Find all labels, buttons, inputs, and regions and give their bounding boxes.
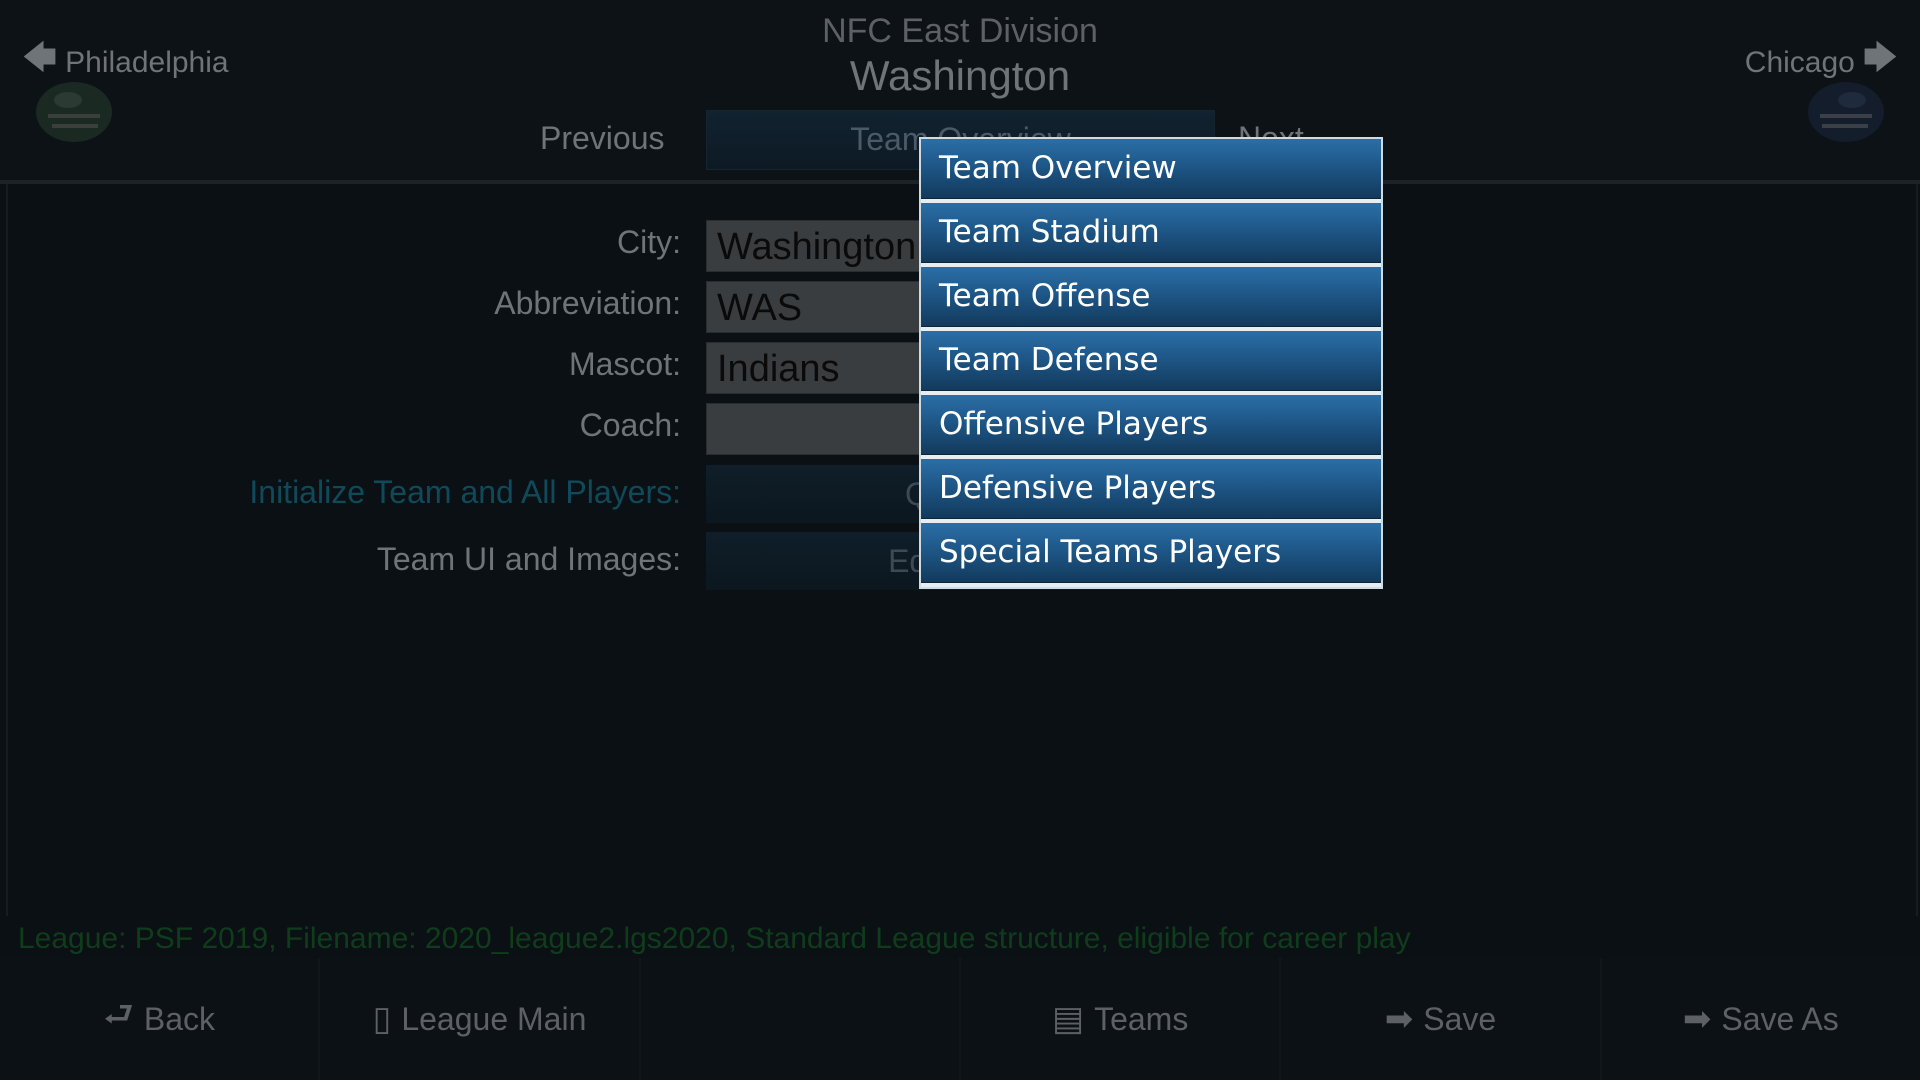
- coach-label: Coach:: [579, 407, 681, 443]
- menu-item-offensive-players[interactable]: Offensive Players: [921, 395, 1381, 455]
- teams-label: Teams: [1094, 1000, 1189, 1037]
- return-arrow-icon: ⮐: [103, 995, 134, 1034]
- back-label: Back: [143, 1000, 216, 1037]
- mascot-label: Mascot:: [568, 346, 681, 382]
- save-as-button[interactable]: ➡ Save As: [1602, 958, 1920, 1080]
- empty-footer-slot: [641, 958, 961, 1080]
- arrow-right-icon: ➡: [1682, 1000, 1712, 1038]
- team-title: Washington: [849, 52, 1071, 99]
- previous-view-button[interactable]: Previous: [540, 120, 665, 157]
- save-label: Save: [1423, 1000, 1497, 1037]
- league-main-button[interactable]: ▯ League Main: [320, 958, 641, 1080]
- teams-button[interactable]: ▤ Teams: [961, 958, 1282, 1080]
- team-ui-label: Team UI and Images:: [376, 541, 681, 577]
- menu-item-team-offense[interactable]: Team Offense: [921, 267, 1381, 327]
- save-as-label: Save As: [1721, 1000, 1839, 1037]
- division-title: NFC East Division: [822, 12, 1098, 50]
- menu-item-team-stadium[interactable]: Team Stadium: [921, 203, 1381, 263]
- roster-icon: ▤: [1051, 1000, 1085, 1038]
- menu-item-team-defense[interactable]: Team Defense: [921, 331, 1381, 391]
- abbreviation-label: Abbreviation:: [494, 285, 681, 321]
- footer-bar: ⮐ Back ▯ League Main ▤ Teams ➡ Save ➡ Sa…: [0, 958, 1920, 1080]
- arrow-right-icon: ➡: [1384, 1000, 1414, 1038]
- menu-item-special-teams-players[interactable]: Special Teams Players: [921, 523, 1381, 583]
- next-team-name: Chicago: [1744, 45, 1855, 79]
- city-label: City:: [617, 224, 681, 260]
- league-status-text: League: PSF 2019, Filename: 2020_league2…: [18, 922, 1411, 955]
- clipboard-icon: ▯: [372, 1000, 392, 1038]
- league-main-label: League Main: [401, 1000, 587, 1037]
- menu-item-team-overview[interactable]: Team Overview: [921, 139, 1381, 199]
- back-button[interactable]: ⮐ Back: [0, 958, 321, 1080]
- chicago-helmet-icon[interactable]: [1798, 76, 1890, 150]
- view-dropdown-menu: Team Overview Team Stadium Team Offense …: [919, 137, 1383, 589]
- initialize-team-label[interactable]: Initialize Team and All Players:: [249, 474, 681, 511]
- save-button[interactable]: ➡ Save: [1281, 958, 1602, 1080]
- menu-item-defensive-players[interactable]: Defensive Players: [921, 459, 1381, 519]
